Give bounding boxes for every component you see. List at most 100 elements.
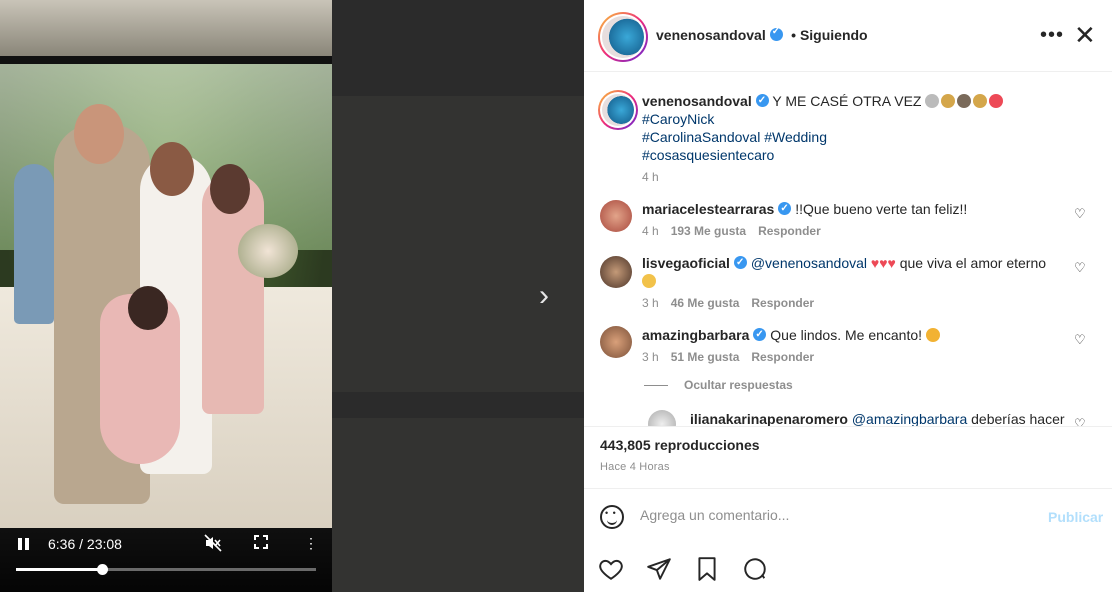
- caption-time: 4 h: [642, 170, 659, 184]
- comments-list[interactable]: venenosandoval Y ME CASÉ OTRA VEZ #Caroy…: [584, 72, 1112, 426]
- more-vertical-icon[interactable]: ⋮: [304, 533, 318, 553]
- background-post-thumbnail: [332, 418, 584, 592]
- comment-time: 4 h: [642, 224, 659, 238]
- comment-input[interactable]: [640, 507, 1020, 523]
- emoji-icon: [957, 94, 972, 108]
- muted-speaker-icon[interactable]: [204, 534, 222, 552]
- emoji-picker-icon[interactable]: [600, 505, 624, 529]
- like-comment-heart-icon[interactable]: ♡: [1074, 206, 1086, 222]
- red-heart-emoji-icon: [989, 94, 1004, 108]
- video-girl-head: [210, 164, 250, 214]
- video-letterbox: [0, 0, 332, 56]
- video-bouquet: [238, 224, 298, 278]
- emoji-icon: [973, 94, 988, 108]
- comment-likes[interactable]: 46 Me gusta: [671, 296, 740, 310]
- caption-username[interactable]: venenosandoval: [642, 93, 752, 109]
- comment-likes[interactable]: 193 Me gusta: [671, 224, 746, 238]
- video-progress-fill: [16, 568, 102, 571]
- video-child-head: [128, 286, 168, 330]
- comment-meta: 3 h 51 Me gusta Responder: [642, 350, 826, 364]
- red-heart-emoji-icon: ♥: [870, 255, 880, 271]
- comment-likes[interactable]: 51 Me gusta: [671, 350, 740, 364]
- hashtag-link[interactable]: #CarolinaSandoval #Wedding: [642, 129, 827, 145]
- comment-body: !!Que bueno verte tan feliz!!: [795, 201, 968, 217]
- author-username[interactable]: venenosandoval: [656, 27, 766, 43]
- hashtag-link[interactable]: #CaroyNick: [642, 111, 714, 127]
- video-player[interactable]: 6:36 / 23:08 ⋮: [0, 0, 332, 592]
- view-count[interactable]: 443,805 reproducciones: [600, 437, 760, 453]
- comment-body: Que lindos. Me encanto!: [770, 327, 923, 343]
- commenter-avatar[interactable]: [600, 256, 632, 288]
- reply-username[interactable]: ilianakarinapenaromero: [690, 411, 848, 426]
- video-progress-bar[interactable]: [16, 564, 316, 575]
- video-time: 6:36 / 23:08: [48, 536, 122, 552]
- pause-icon[interactable]: [16, 536, 32, 552]
- video-frame[interactable]: [0, 64, 332, 528]
- verified-badge-icon: [753, 326, 767, 344]
- comment-text: lisvegaoficial @venenosandoval ♥♥♥ que v…: [642, 254, 1062, 290]
- post-stats: 443,805 reproducciones Hace 4 Horas: [584, 426, 1112, 488]
- post-header: venenosandoval • Siguiendo ••• ✕: [584, 0, 1112, 72]
- verified-badge-icon: [755, 92, 769, 110]
- video-guest-figure: [14, 164, 54, 324]
- like-comment-heart-icon[interactable]: ♡: [1074, 260, 1086, 276]
- close-icon[interactable]: ✕: [1074, 22, 1096, 48]
- comment-username[interactable]: mariacelestearraras: [642, 201, 774, 217]
- author-avatar[interactable]: [598, 12, 648, 62]
- caption-body: Y ME CASÉ OTRA VEZ: [772, 93, 922, 109]
- raised-hands-emoji-icon: [642, 274, 656, 288]
- video-controls: 6:36 / 23:08 ⋮: [0, 528, 332, 592]
- save-bookmark-icon[interactable]: [694, 556, 720, 582]
- comment-meta: 3 h 46 Me gusta Responder: [642, 296, 826, 310]
- reply-button[interactable]: Responder: [751, 296, 814, 310]
- share-paper-plane-icon[interactable]: [646, 556, 672, 582]
- background-post-thumbnail: [332, 96, 584, 392]
- comment-text: amazingbarbara Que lindos. Me encanto!: [642, 326, 1062, 344]
- verified-badge-icon: [769, 26, 783, 41]
- hide-replies-button[interactable]: Ocultar respuestas: [644, 378, 793, 392]
- post-time[interactable]: Hace 4 Horas: [600, 461, 670, 473]
- comment-meta: 4 h 193 Me gusta Responder: [642, 224, 833, 238]
- comment-bubble-icon[interactable]: [742, 556, 768, 582]
- verified-badge-icon: [733, 254, 747, 272]
- comment-body: que viva el amor eterno: [899, 255, 1047, 271]
- comment-time: 3 h: [642, 296, 659, 310]
- commenter-avatar[interactable]: [600, 326, 632, 358]
- comment-username[interactable]: amazingbarbara: [642, 327, 749, 343]
- post-details-panel: venenosandoval • Siguiendo ••• ✕ venenos…: [584, 0, 1112, 592]
- reply-text: ilianakarinapenaromero @amazingbarbara d…: [690, 410, 1070, 426]
- publish-button[interactable]: Publicar: [1048, 509, 1103, 525]
- more-options-icon[interactable]: •••: [1040, 24, 1064, 47]
- commenter-avatar[interactable]: [600, 200, 632, 232]
- hashtag-link[interactable]: #cosasquesientecaro: [642, 146, 1062, 164]
- comment-text: mariacelestearraras !!Que bueno verte ta…: [642, 200, 1062, 218]
- like-comment-heart-icon[interactable]: ♡: [1074, 416, 1086, 426]
- reply-button[interactable]: Responder: [751, 350, 814, 364]
- comment-username[interactable]: lisvegaoficial: [642, 255, 730, 271]
- video-bride-head: [150, 142, 194, 196]
- following-status[interactable]: • Siguiendo: [791, 27, 867, 43]
- fullscreen-icon[interactable]: [253, 534, 269, 550]
- red-heart-emoji-icon: ♥: [879, 255, 888, 271]
- reply-button[interactable]: Responder: [758, 224, 821, 238]
- heart-eyes-emoji-icon: [925, 328, 940, 342]
- video-progress-handle[interactable]: [96, 564, 108, 575]
- caption-author-avatar[interactable]: [598, 90, 638, 130]
- video-groom-head: [74, 104, 124, 164]
- add-comment-bar: Publicar: [584, 488, 1112, 544]
- like-heart-icon[interactable]: [598, 556, 624, 582]
- author-name-row: venenosandoval • Siguiendo: [656, 26, 868, 45]
- caption-text: venenosandoval Y ME CASÉ OTRA VEZ #Caroy…: [642, 92, 1062, 146]
- comment-time: 3 h: [642, 350, 659, 364]
- verified-badge-icon: [778, 200, 792, 218]
- red-heart-emoji-icon: ♥: [887, 255, 896, 271]
- like-comment-heart-icon[interactable]: ♡: [1074, 332, 1086, 348]
- emoji-icon: [925, 94, 940, 108]
- next-post-chevron-icon[interactable]: ›: [528, 280, 560, 312]
- reply-author-avatar[interactable]: [648, 410, 676, 426]
- emoji-icon: [941, 94, 956, 108]
- reply-body: deberías hacer: [971, 411, 1065, 426]
- mention-link[interactable]: @venenosandoval: [751, 255, 867, 271]
- mention-link[interactable]: @amazingbarbara: [852, 411, 967, 426]
- post-actions: [584, 544, 1112, 592]
